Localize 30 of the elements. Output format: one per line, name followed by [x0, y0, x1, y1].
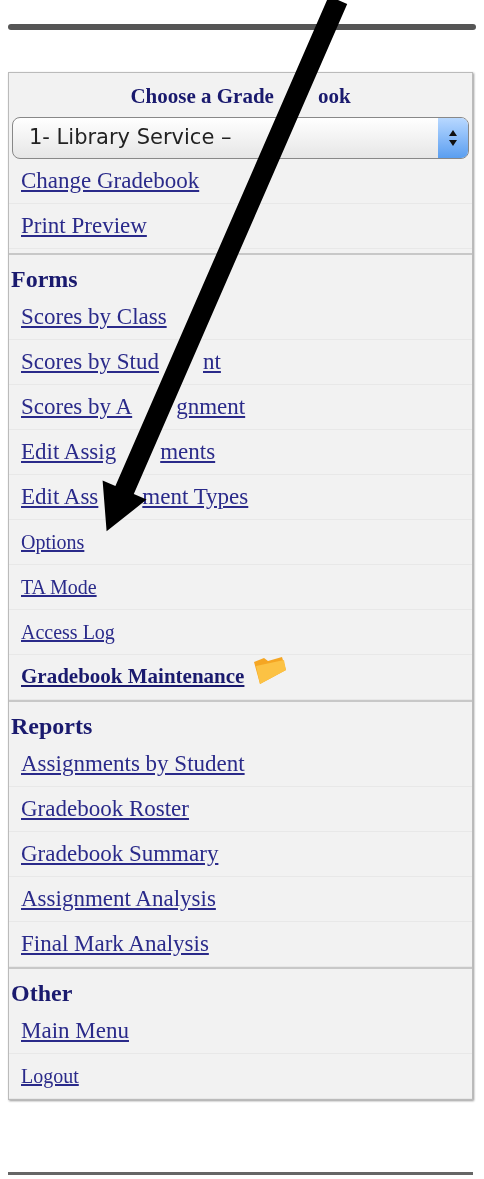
section-heading: Reports: [10, 711, 94, 741]
nav-link[interactable]: Edit Assig: [21, 440, 117, 463]
nav-link[interactable]: Access Log: [21, 621, 115, 642]
nav-link[interactable]: Gradebook Roster: [21, 797, 189, 820]
nav-link[interactable]: Assignment Analysis: [21, 887, 216, 910]
folder-icon: [252, 655, 289, 686]
nav-link[interactable]: nt: [203, 350, 221, 373]
nav-link[interactable]: Change Gradebook: [21, 169, 200, 192]
nav-link[interactable]: ments: [160, 440, 216, 463]
nav-link[interactable]: Scores by Class: [21, 305, 167, 328]
gradebook-chooser-title: ook: [317, 83, 351, 110]
nav-link[interactable]: Scores by Stud: [21, 350, 159, 373]
nav-link[interactable]: Assignments by Student: [21, 752, 245, 775]
stepper-icon: [438, 117, 468, 158]
nav-link[interactable]: Gradebook Summary: [21, 842, 219, 865]
nav-link[interactable]: Print Preview: [21, 214, 147, 237]
nav-link[interactable]: gnment: [176, 395, 246, 418]
gradebook-chooser-title: Choose a Grade: [130, 83, 274, 110]
section-heading: Forms: [10, 264, 79, 294]
nav-link[interactable]: Gradebook Maintenance: [21, 666, 245, 687]
nav-link[interactable]: Logout: [21, 1065, 79, 1086]
section-heading: Other: [10, 978, 74, 1008]
nav-link[interactable]: TA Mode: [21, 576, 97, 597]
nav-link[interactable]: Scores by A: [21, 395, 133, 418]
nav-link[interactable]: Options: [21, 531, 85, 552]
nav-link[interactable]: Edit Ass: [21, 485, 99, 508]
nav-link[interactable]: ment Types: [142, 485, 249, 508]
gradebook-select[interactable]: 1- Library Service –: [12, 116, 469, 159]
nav-link[interactable]: Main Menu: [21, 1019, 129, 1042]
nav-link[interactable]: Final Mark Analysis: [21, 932, 209, 955]
